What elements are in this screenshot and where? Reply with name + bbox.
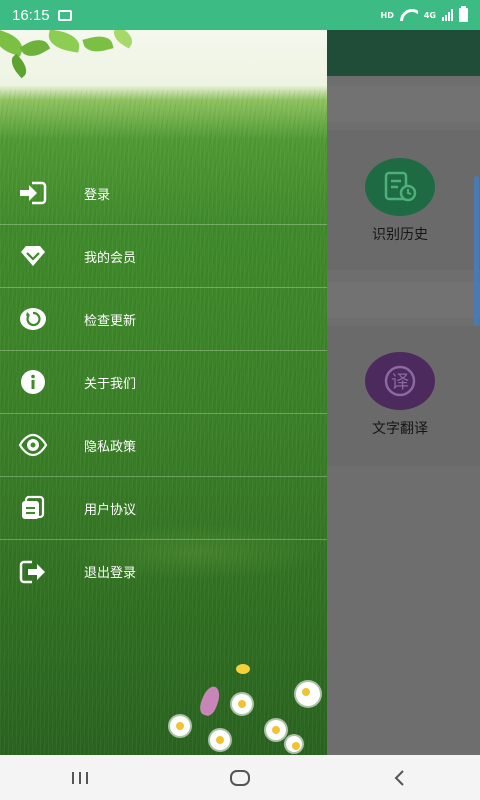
agreement-icon — [18, 493, 48, 523]
menu-item-privacy-policy[interactable]: 隐私政策 — [0, 414, 327, 477]
login-icon — [18, 178, 48, 208]
feature-translate[interactable]: 译 文字翻译 — [360, 352, 440, 438]
status-icons: HD 4G — [380, 6, 468, 22]
menu-item-logout[interactable]: 退出登录 — [0, 540, 327, 603]
drawer-menu: 登录 我的会员 检查更新 关于我们 隐私政策 用户协议 退出登录 — [0, 162, 327, 603]
home-icon[interactable] — [220, 763, 260, 793]
translate-icon: 译 — [365, 352, 435, 410]
feature-label: 文字翻译 — [372, 421, 428, 437]
menu-item-about-us[interactable]: 关于我们 — [0, 351, 327, 414]
menu-item-check-update[interactable]: 检查更新 — [0, 288, 327, 351]
recent-apps-icon[interactable] — [60, 763, 100, 793]
menu-item-user-agreement[interactable]: 用户协议 — [0, 477, 327, 540]
daisy-decoration — [286, 736, 302, 752]
leaf-decoration — [19, 34, 51, 62]
leaf-decoration — [109, 30, 137, 49]
menu-item-membership[interactable]: 我的会员 — [0, 225, 327, 288]
yellow-flower-decoration — [236, 664, 250, 674]
network-type: 4G — [423, 10, 436, 20]
leaf-decoration — [46, 30, 82, 53]
menu-item-label: 检查更新 — [84, 313, 137, 329]
daisy-decoration — [210, 730, 230, 750]
hd-badge: HD — [380, 10, 394, 20]
battery-icon — [459, 6, 468, 22]
leaf-decoration — [7, 53, 31, 79]
scroll-indicator[interactable] — [474, 176, 479, 326]
daisy-decoration — [296, 682, 320, 706]
logout-icon — [18, 557, 48, 587]
daisy-decoration — [170, 716, 190, 736]
feature-label: 识别历史 — [372, 227, 428, 243]
signal-icon — [442, 9, 453, 21]
info-icon — [18, 367, 48, 397]
menu-item-label: 隐私政策 — [84, 439, 137, 455]
system-navigation-bar — [0, 755, 480, 800]
back-icon[interactable] — [380, 763, 420, 793]
status-time: 16:15 — [12, 6, 50, 24]
wifi-icon — [400, 9, 418, 21]
menu-item-label: 我的会员 — [84, 250, 137, 266]
image-notification-icon — [57, 9, 72, 21]
refresh-icon — [18, 304, 48, 334]
daisy-decoration — [232, 694, 252, 714]
menu-item-label: 退出登录 — [84, 566, 137, 581]
menu-item-label: 登录 — [84, 187, 111, 203]
menu-item-label: 关于我们 — [84, 376, 137, 392]
diamond-icon — [18, 241, 48, 271]
privacy-eye-icon — [18, 430, 48, 460]
status-bar: 16:15 HD 4G — [0, 0, 480, 30]
navigation-drawer: 登录 我的会员 检查更新 关于我们 隐私政策 用户协议 退出登录 — [0, 30, 327, 755]
menu-item-label: 用户协议 — [84, 502, 137, 518]
feature-history[interactable]: 识别历史 — [360, 158, 440, 244]
leaf-decoration — [82, 32, 114, 56]
svg-text:译: 译 — [391, 372, 409, 393]
menu-item-login[interactable]: 登录 — [0, 162, 327, 225]
daisy-decoration — [266, 720, 286, 740]
history-doc-icon — [365, 158, 435, 216]
